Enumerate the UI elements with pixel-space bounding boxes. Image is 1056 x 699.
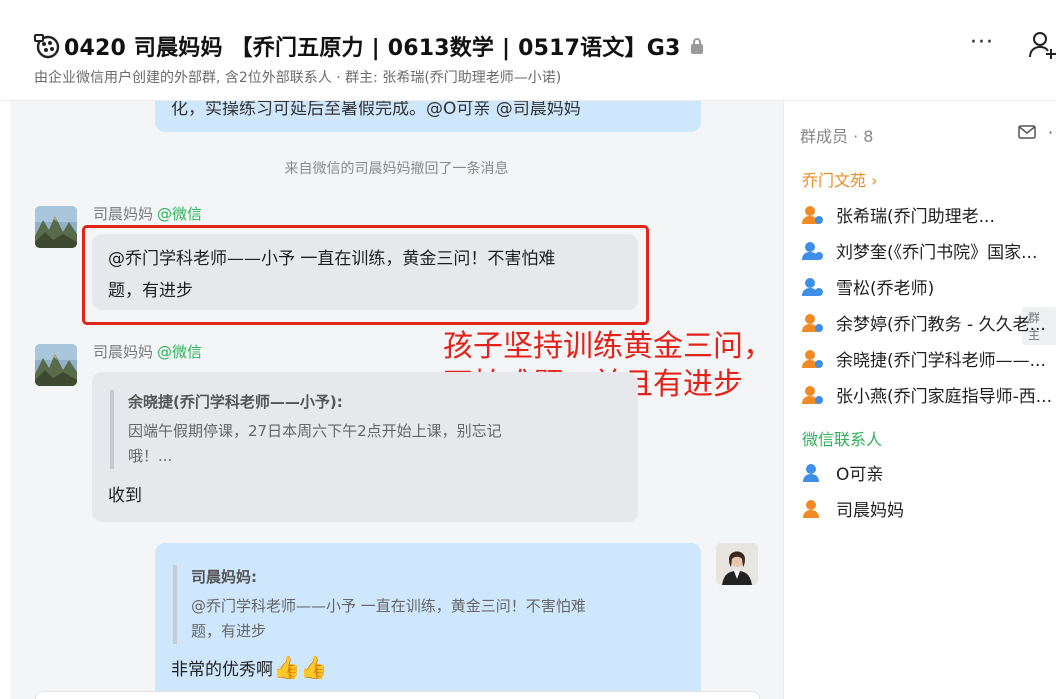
quoted-sender: 余晓捷(乔门学科老师——小予):	[128, 393, 343, 411]
message-text: 化，实操练习可延后至暑假完成。@O可亲 @司晨妈妈	[171, 101, 581, 119]
sender-name: 司晨妈妈	[93, 343, 154, 361]
message-sender: 司晨妈妈 @微信	[93, 341, 202, 362]
member-item[interactable]: 余梦婷(乔门教务 - 久久老...	[802, 310, 1046, 335]
member-item[interactable]: 司晨妈妈	[802, 496, 904, 521]
message-text-body: 非常的优秀啊	[171, 660, 273, 680]
more-dots-icon[interactable]: ·	[1048, 123, 1053, 142]
member-name: 余梦婷(乔门教务 - 久久老...	[836, 315, 1046, 335]
member-name: 张希瑞(乔门助理老...	[836, 207, 995, 227]
user-icon	[802, 241, 823, 260]
message-text: 收到	[108, 486, 142, 506]
thumbs-up-emoji: 👍👍	[273, 656, 328, 681]
quoted-text-line2: 题，有进步	[191, 622, 267, 640]
message-bubble-partial[interactable]: 化，实操练习可延后至暑假完成。@O可亲 @司晨妈妈	[155, 101, 701, 132]
more-options-button[interactable]: ···	[970, 30, 994, 55]
quoted-text-line1: 因端午假期停课，27日本周六下午2点开始上课，别忘记	[128, 422, 502, 440]
user-icon	[802, 385, 823, 404]
member-name: 张小燕(乔门家庭指导师-西...	[836, 387, 1052, 407]
quoted-text-line1: @乔门学科老师——小予 一直在训练，黄金三问！不害怕难	[191, 597, 586, 615]
mountain-avatar-image	[35, 206, 77, 248]
user-icon	[802, 205, 823, 224]
quoted-message[interactable]: 余晓捷(乔门学科老师——小予): 因端午假期停课，27日本周六下午2点开始上课，…	[110, 390, 608, 469]
message-text: 非常的优秀啊👍👍	[171, 653, 328, 686]
person-avatar-image	[716, 543, 758, 585]
members-count-header[interactable]: 群成员 · 8	[800, 123, 873, 147]
message-sender: 司晨妈妈 @微信	[93, 203, 202, 224]
message-input[interactable]	[35, 691, 760, 699]
user-icon	[802, 277, 823, 296]
annotation-line1: 孩子坚持训练黄金三问，	[443, 329, 773, 364]
member-name: 余晓捷(乔门学科老师——...	[836, 351, 1046, 371]
system-recall-notice: 来自微信的司晨妈妈撤回了一条消息	[284, 161, 509, 177]
mail-icon[interactable]	[1018, 125, 1036, 139]
wechat-contacts-section: 微信联系人	[802, 430, 883, 449]
message-text-line2: 题，有进步	[108, 281, 193, 301]
message-bubble-with-quote[interactable]: 余晓捷(乔门学科老师——小予): 因端午假期停课，27日本周六下午2点开始上课，…	[92, 372, 638, 522]
group-members-panel: 群成员 · 8 · 乔门文苑 › 张希瑞(乔门助理老... 群主 刘梦奎(《乔门…	[783, 101, 1056, 699]
member-item[interactable]: 张小燕(乔门家庭指导师-西...	[802, 382, 1052, 407]
member-name: O可亲	[836, 465, 884, 485]
quoted-message[interactable]: 司晨妈妈: @乔门学科老师——小予 一直在训练，黄金三问！不害怕难 题，有进步	[173, 565, 691, 644]
add-member-icon[interactable]	[1028, 30, 1056, 60]
user-icon	[802, 313, 823, 332]
title-row: 0420 司晨妈妈 【乔门五原力 | 0613数学 | 0517语文】G3	[34, 30, 704, 62]
user-icon	[803, 499, 819, 518]
message-bubble[interactable]: @乔门学科老师——小予 一直在训练，黄金三问！不害怕难 题，有进步	[92, 234, 638, 310]
member-name: 雪松(乔老师)	[836, 279, 935, 299]
member-item[interactable]: 刘梦奎(《乔门书院》国家...	[802, 238, 1037, 263]
sender-source: @微信	[157, 205, 203, 223]
member-item[interactable]: 张希瑞(乔门助理老...	[802, 202, 995, 227]
sender-source: @微信	[157, 343, 203, 361]
chat-subtitle: 由企业微信用户创建的外部群, 含2位外部联系人 · 群主: 张希瑞(乔门助理老师…	[34, 70, 562, 86]
avatar[interactable]	[35, 344, 77, 386]
org-section-link[interactable]: 乔门文苑 ›	[802, 167, 878, 191]
own-message-bubble[interactable]: 司晨妈妈: @乔门学科老师——小予 一直在训练，黄金三问！不害怕难 题，有进步 …	[155, 543, 701, 699]
external-group-icon	[34, 34, 60, 59]
avatar[interactable]	[35, 206, 77, 248]
chat-message-area[interactable]: 化，实操练习可延后至暑假完成。@O可亲 @司晨妈妈 来自微信的司晨妈妈撤回了一条…	[10, 101, 783, 699]
quoted-sender: 司晨妈妈:	[191, 568, 257, 586]
chat-title[interactable]: 0420 司晨妈妈 【乔门五原力 | 0613数学 | 0517语文】G3	[64, 30, 680, 62]
message-text-line1: @乔门学科老师——小予 一直在训练，黄金三问！不害怕难	[108, 249, 556, 269]
user-icon	[802, 349, 823, 368]
member-item[interactable]: O可亲	[802, 460, 883, 485]
member-name: 司晨妈妈	[836, 501, 904, 521]
member-name: 刘梦奎(《乔门书院》国家...	[836, 243, 1038, 263]
own-avatar[interactable]	[716, 543, 758, 585]
quoted-text-line2: 哦！...	[128, 447, 173, 465]
member-item[interactable]: 余晓捷(乔门学科老师——...	[802, 346, 1046, 371]
sender-name: 司晨妈妈	[93, 205, 154, 223]
mountain-avatar-image	[35, 344, 77, 386]
member-item[interactable]: 雪松(乔老师)	[802, 274, 934, 299]
chat-header: 0420 司晨妈妈 【乔门五原力 | 0613数学 | 0517语文】G3 由企…	[0, 0, 1056, 101]
user-icon	[803, 463, 819, 482]
lock-icon	[691, 38, 704, 54]
